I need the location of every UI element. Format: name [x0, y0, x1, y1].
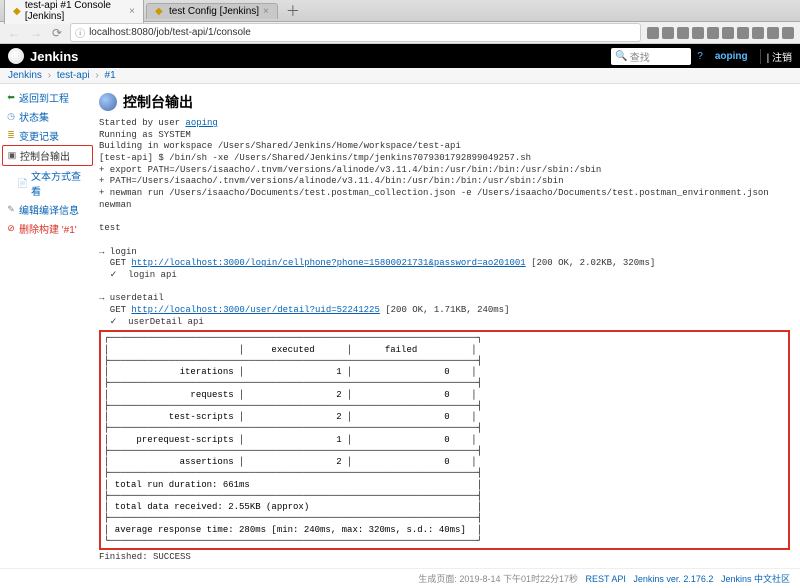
user-link[interactable]: aoping — [185, 118, 217, 128]
browser-nav-bar: ← → ⟳ ⓘ — [0, 22, 800, 44]
edit-icon: ✎ — [6, 205, 16, 215]
finished-line: Finished: SUCCESS — [99, 552, 790, 564]
jenkins-title[interactable]: Jenkins — [30, 49, 78, 64]
generated-time: 生成页面: 2019-8-14 下午01时22分17秒 — [418, 574, 578, 584]
sidebar-item-label: 控制台输出 — [20, 148, 70, 163]
back-button[interactable]: ← — [6, 26, 22, 40]
jenkins-logo-icon[interactable] — [8, 48, 24, 64]
new-tab-button[interactable]: ＋ — [280, 1, 306, 21]
newman-summary-table: ┌───────────────────────────────────────… — [99, 330, 790, 550]
sidebar-item-label: 状态集 — [19, 109, 49, 124]
page-title: 控制台输出 — [123, 92, 193, 112]
forward-button[interactable]: → — [28, 26, 44, 40]
extension-icon[interactable] — [662, 27, 674, 39]
page-footer: 生成页面: 2019-8-14 下午01时22分17秒 REST API Jen… — [0, 568, 800, 588]
extension-tray — [647, 27, 794, 39]
sidebar-item-changes[interactable]: ≣ 变更记录 — [2, 126, 93, 145]
console-output: Started by user aoping Running as SYSTEM… — [99, 118, 790, 328]
extension-icon[interactable] — [677, 27, 689, 39]
document-icon: 📄 — [18, 178, 28, 188]
tab-title: test-api #1 Console [Jenkins] — [25, 0, 125, 22]
browser-tab-bar: ◆ test-api #1 Console [Jenkins] × ◆ test… — [0, 0, 800, 22]
browser-tab-active[interactable]: ◆ test-api #1 Console [Jenkins] × — [4, 0, 144, 24]
extension-icon[interactable] — [692, 27, 704, 39]
community-link[interactable]: Jenkins 中文社区 — [721, 574, 790, 584]
main-content: 控制台输出 Started by user aoping Running as … — [95, 84, 800, 568]
extension-icon[interactable] — [647, 27, 659, 39]
version-link[interactable]: Jenkins ver. 2.176.2 — [633, 574, 713, 584]
crumb-build[interactable]: #1 — [105, 70, 116, 81]
detail-url-link[interactable]: http://localhost:3000/user/detail?uid=52… — [131, 305, 379, 315]
sidebar-item-label: 文本方式查看 — [31, 168, 89, 198]
help-icon[interactable]: ? — [697, 51, 703, 62]
sidebar-item-label: 变更记录 — [19, 128, 59, 143]
sidebar-item-back[interactable]: ⬅ 返回到工程 — [2, 88, 93, 107]
sidebar-item-label: 返回到工程 — [19, 90, 69, 105]
crumb-jenkins[interactable]: Jenkins — [8, 70, 42, 81]
close-icon[interactable]: × — [129, 6, 135, 17]
sidebar: ⬅ 返回到工程 ◷ 状态集 ≣ 变更记录 ▣ 控制台输出 📄 文本方式查看 ✎ … — [0, 84, 95, 568]
reload-button[interactable]: ⟳ — [50, 26, 64, 40]
build-status-orb-icon — [99, 93, 117, 111]
chevron-right-icon: › — [95, 70, 98, 81]
extension-icon[interactable] — [707, 27, 719, 39]
page-heading: 控制台输出 — [99, 92, 790, 112]
chevron-right-icon: › — [48, 70, 51, 81]
breadcrumb: Jenkins › test-api › #1 — [0, 68, 800, 84]
info-icon: ⓘ — [75, 25, 85, 40]
search-placeholder: 查找 — [630, 49, 650, 64]
terminal-icon: ▣ — [7, 151, 17, 161]
sidebar-item-label: 删除构建 '#1' — [19, 221, 77, 236]
login-url-link[interactable]: http://localhost:3000/login/cellphone?ph… — [131, 258, 525, 268]
sidebar-item-label: 编辑编译信息 — [19, 202, 79, 217]
search-icon: 🔍 — [615, 51, 627, 62]
sidebar-item-status[interactable]: ◷ 状态集 — [2, 107, 93, 126]
sidebar-item-textview[interactable]: 📄 文本方式查看 — [2, 166, 93, 200]
jenkins-header: Jenkins 🔍 查找 ? aoping | 注销 — [0, 44, 800, 68]
tab-title: test Config [Jenkins] — [169, 6, 259, 17]
changes-icon: ≣ — [6, 131, 16, 141]
extension-icon[interactable] — [737, 27, 749, 39]
sidebar-item-delete[interactable]: ⊘ 删除构建 '#1' — [2, 219, 93, 238]
address-input[interactable] — [89, 27, 636, 38]
rest-api-link[interactable]: REST API — [586, 574, 626, 584]
search-box[interactable]: 🔍 查找 — [611, 48, 691, 65]
sidebar-item-console[interactable]: ▣ 控制台输出 — [2, 145, 93, 166]
extension-icon[interactable] — [767, 27, 779, 39]
user-link[interactable]: aoping — [709, 51, 754, 62]
delete-icon: ⊘ — [6, 224, 16, 234]
logout-link[interactable]: | 注销 — [760, 49, 792, 64]
extension-icon[interactable] — [752, 27, 764, 39]
sidebar-item-editinfo[interactable]: ✎ 编辑编译信息 — [2, 200, 93, 219]
jenkins-favicon-icon: ◆ — [155, 6, 165, 16]
crumb-job[interactable]: test-api — [57, 70, 90, 81]
address-bar[interactable]: ⓘ — [70, 23, 641, 42]
close-icon[interactable]: × — [263, 6, 269, 17]
back-arrow-icon: ⬅ — [6, 93, 16, 103]
jenkins-favicon-icon: ◆ — [13, 6, 21, 16]
extension-icon[interactable] — [782, 27, 794, 39]
browser-tab-inactive[interactable]: ◆ test Config [Jenkins] × — [146, 3, 278, 19]
extension-icon[interactable] — [722, 27, 734, 39]
status-icon: ◷ — [6, 112, 16, 122]
